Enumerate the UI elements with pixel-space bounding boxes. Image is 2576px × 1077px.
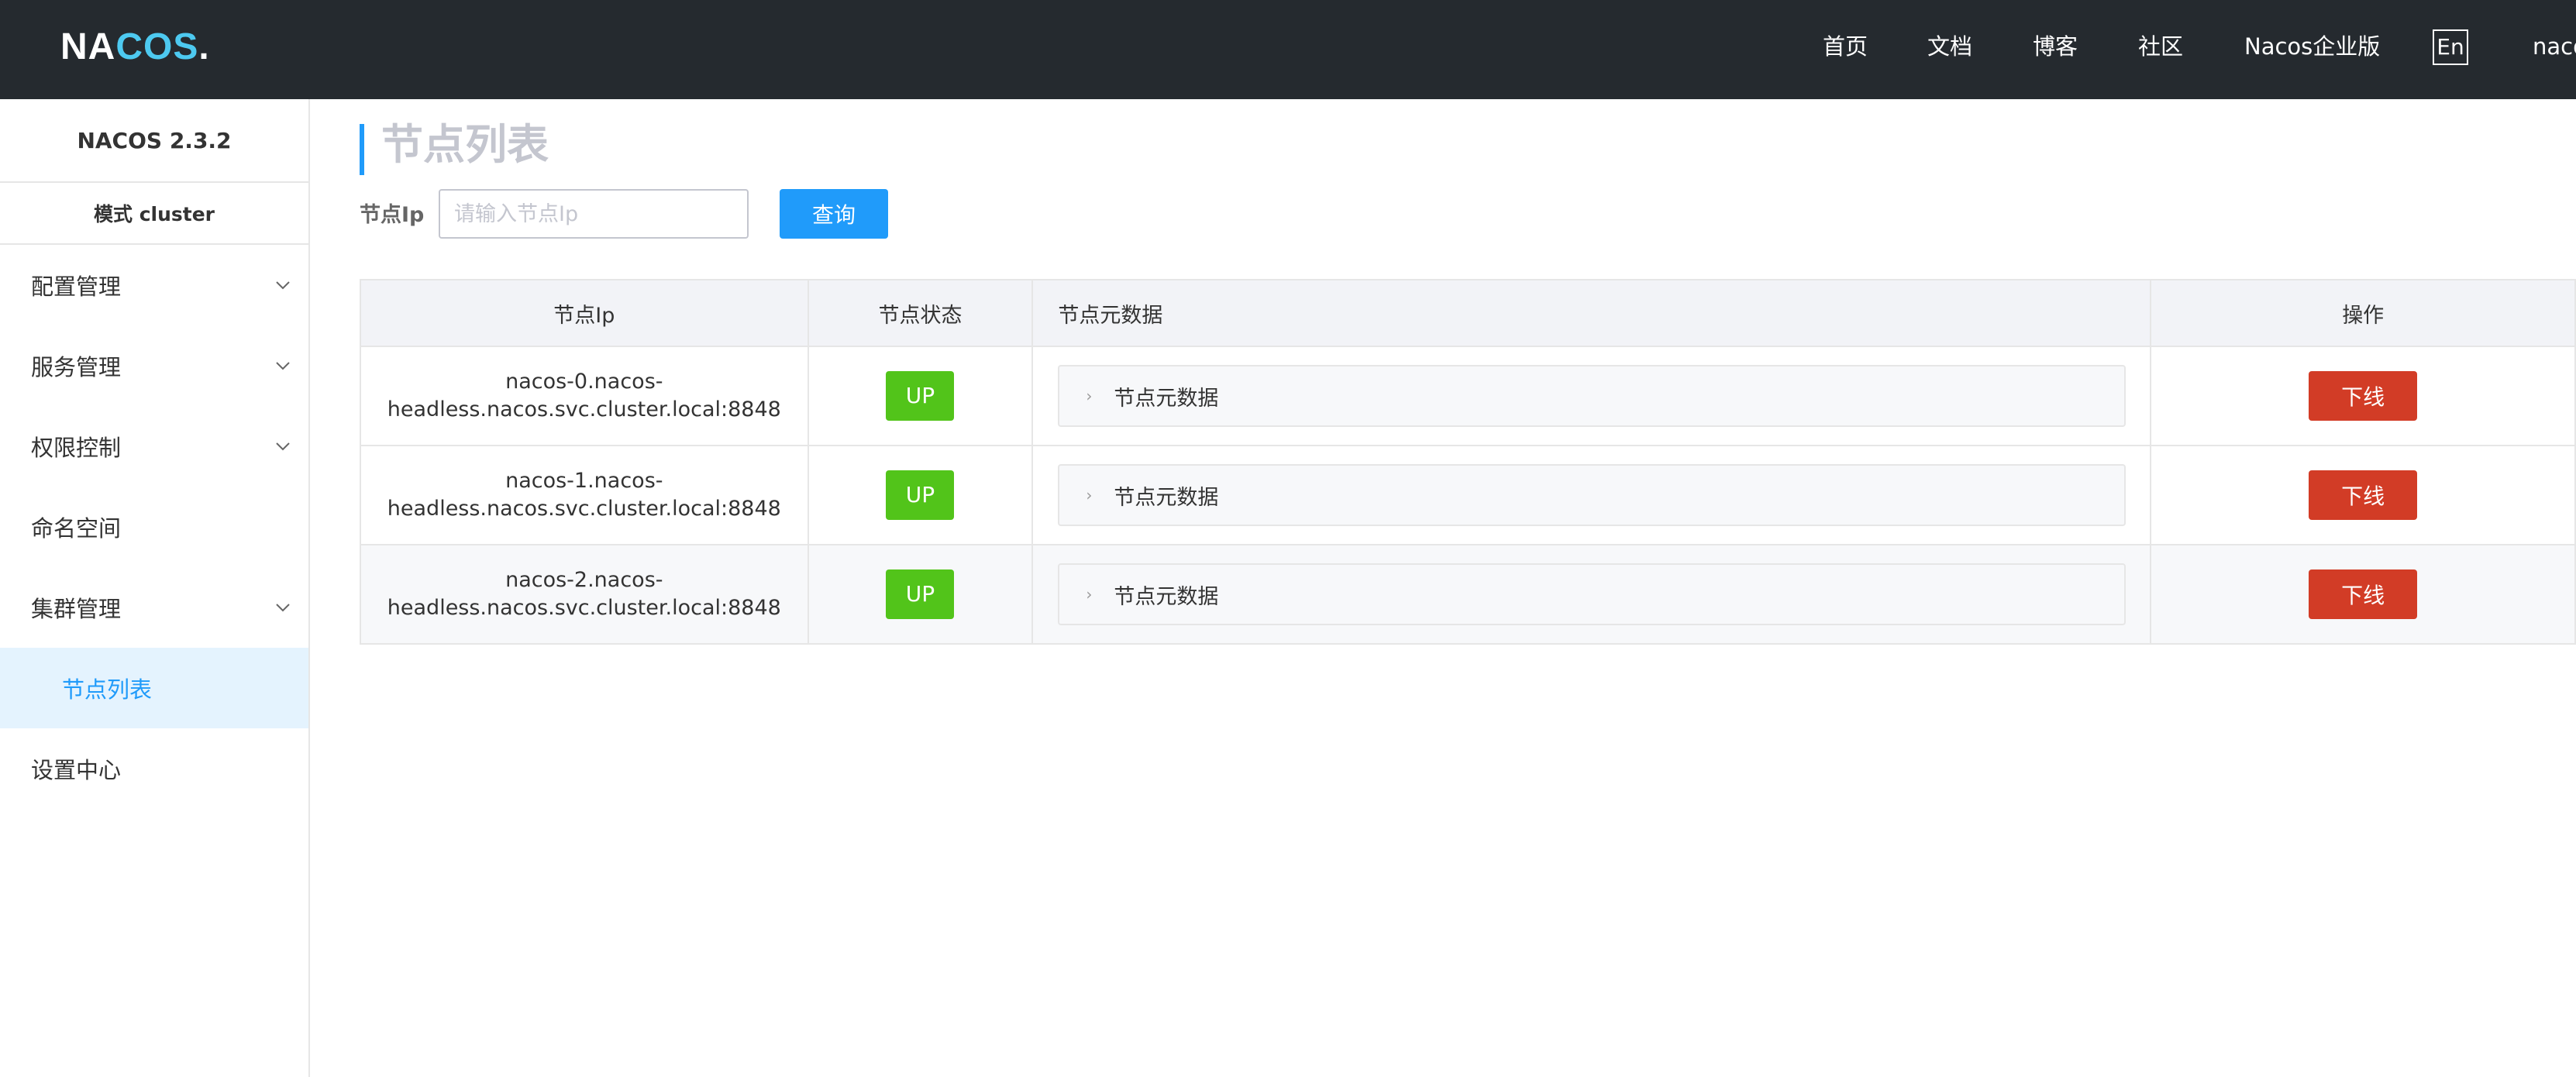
sidebar-item-service-management[interactable]: 服务管理 (0, 325, 308, 406)
column-header-node-status: 节点状态 (808, 280, 1034, 347)
node-ip-cell: nacos-1.nacos- headless.nacos.svc.cluste… (361, 446, 809, 545)
node-status-cell: UP (808, 446, 1034, 545)
column-header-actions: 操作 (2151, 280, 2576, 347)
node-ip-search-input[interactable] (439, 189, 749, 239)
chevron-down-icon (276, 442, 290, 451)
sidebar-item-label: 权限控制 (31, 435, 122, 461)
metadata-label: 节点元数据 (1114, 386, 1219, 411)
node-ip-line1: nacos-1.nacos- (505, 469, 663, 493)
node-ip-line1: nacos-2.nacos- (505, 568, 663, 592)
table-row: nacos-0.nacos- headless.nacos.svc.cluste… (361, 347, 2576, 446)
sidebar-item-label: 节点列表 (62, 676, 153, 703)
status-badge: UP (886, 470, 955, 520)
actions-cell: 下线 (2151, 545, 2576, 645)
actions-cell: 下线 (2151, 446, 2576, 545)
node-metadata-cell: › 节点元数据 (1033, 545, 2152, 645)
column-header-node-ip: 节点Ip (361, 280, 809, 347)
sidebar-item-label: 服务管理 (31, 354, 122, 380)
chevron-down-icon (276, 362, 290, 370)
status-badge: UP (886, 371, 955, 421)
node-table: 节点Ip 节点状态 节点元数据 操作 nacos-0.nacos- headle… (360, 279, 2576, 645)
top-header: NACOS. 首页 文档 博客 社区 Nacos企业版 En naco (0, 0, 2576, 99)
sidebar-item-settings-center[interactable]: 设置中心 (0, 728, 308, 809)
sidebar-item-node-list[interactable]: 节点列表 (0, 648, 308, 728)
node-metadata-cell: › 节点元数据 (1033, 446, 2152, 545)
node-ip-text: nacos-2.nacos- headless.nacos.svc.cluste… (387, 566, 781, 622)
status-badge: UP (886, 569, 955, 619)
node-ip-text: nacos-0.nacos- headless.nacos.svc.cluste… (387, 368, 781, 424)
node-ip-cell: nacos-2.nacos- headless.nacos.svc.cluste… (361, 545, 809, 645)
title-accent-bar (360, 124, 364, 175)
sidebar-item-label: 设置中心 (31, 757, 122, 783)
chevron-right-icon: › (1086, 585, 1093, 604)
search-button[interactable]: 查询 (780, 189, 888, 239)
node-ip-line2: headless.nacos.svc.cluster.local:8848 (387, 497, 781, 521)
chevron-down-icon (276, 604, 290, 612)
actions-cell: 下线 (2151, 347, 2576, 446)
metadata-label: 节点元数据 (1114, 485, 1219, 510)
node-ip-text: nacos-1.nacos- headless.nacos.svc.cluste… (387, 467, 781, 523)
logo-text-part3: . (198, 26, 210, 67)
metadata-collapse-panel[interactable]: › 节点元数据 (1058, 464, 2127, 526)
chevron-down-icon (276, 281, 290, 290)
node-status-cell: UP (808, 545, 1034, 645)
node-ip-line2: headless.nacos.svc.cluster.local:8848 (387, 397, 781, 422)
nav-community-link[interactable]: 社区 (2138, 31, 2183, 62)
version-label: NACOS 2.3.2 (0, 99, 308, 183)
sidebar-item-label: 命名空间 (31, 515, 122, 542)
sidebar-item-label: 集群管理 (31, 596, 122, 622)
column-header-node-metadata: 节点元数据 (1033, 280, 2152, 347)
chevron-right-icon: › (1086, 486, 1093, 504)
sidebar: NACOS 2.3.2 模式 cluster 配置管理 服务管理 权限控制 命名… (0, 99, 310, 1077)
table-row: nacos-1.nacos- headless.nacos.svc.cluste… (361, 446, 2576, 545)
sidebar-item-config-management[interactable]: 配置管理 (0, 245, 308, 325)
offline-button[interactable]: 下线 (2309, 371, 2418, 421)
page-title: 节点列表 (381, 120, 549, 169)
chevron-right-icon: › (1086, 387, 1093, 405)
offline-button[interactable]: 下线 (2309, 470, 2418, 520)
user-menu[interactable]: naco (2533, 31, 2576, 62)
node-status-cell: UP (808, 347, 1034, 446)
node-ip-filter-label: 节点Ip (360, 203, 425, 227)
node-ip-line1: nacos-0.nacos- (505, 370, 663, 394)
metadata-collapse-panel[interactable]: › 节点元数据 (1058, 365, 2127, 427)
sidebar-item-label: 配置管理 (31, 274, 122, 300)
sidebar-item-access-control[interactable]: 权限控制 (0, 406, 308, 487)
logo-text-part2: COS (115, 26, 199, 67)
node-metadata-cell: › 节点元数据 (1033, 347, 2152, 446)
nav-home-link[interactable]: 首页 (1823, 31, 1868, 62)
logo-text-part1: NA (60, 26, 116, 67)
metadata-collapse-panel[interactable]: › 节点元数据 (1058, 563, 2127, 625)
main-content: 节点列表 节点Ip 查询 节点Ip 节点状态 节点元数据 操作 nacos-0.… (310, 99, 2576, 1077)
node-ip-line2: headless.nacos.svc.cluster.local:8848 (387, 596, 781, 620)
mode-label: 模式 cluster (0, 183, 308, 245)
metadata-label: 节点元数据 (1114, 584, 1219, 609)
nav-enterprise-link[interactable]: Nacos企业版 (2244, 31, 2380, 62)
table-row: nacos-2.nacos- headless.nacos.svc.cluste… (361, 545, 2576, 645)
sidebar-item-cluster-management[interactable]: 集群管理 (0, 567, 308, 648)
nacos-logo[interactable]: NA COS. (60, 23, 210, 70)
language-switch-button[interactable]: En (2433, 29, 2468, 65)
sidebar-item-namespace[interactable]: 命名空间 (0, 487, 308, 567)
table-header-row: 节点Ip 节点状态 节点元数据 操作 (361, 280, 2576, 347)
node-ip-cell: nacos-0.nacos- headless.nacos.svc.cluste… (361, 347, 809, 446)
nav-blog-link[interactable]: 博客 (2033, 31, 2078, 62)
offline-button[interactable]: 下线 (2309, 569, 2418, 619)
nav-docs-link[interactable]: 文档 (1927, 31, 1972, 62)
